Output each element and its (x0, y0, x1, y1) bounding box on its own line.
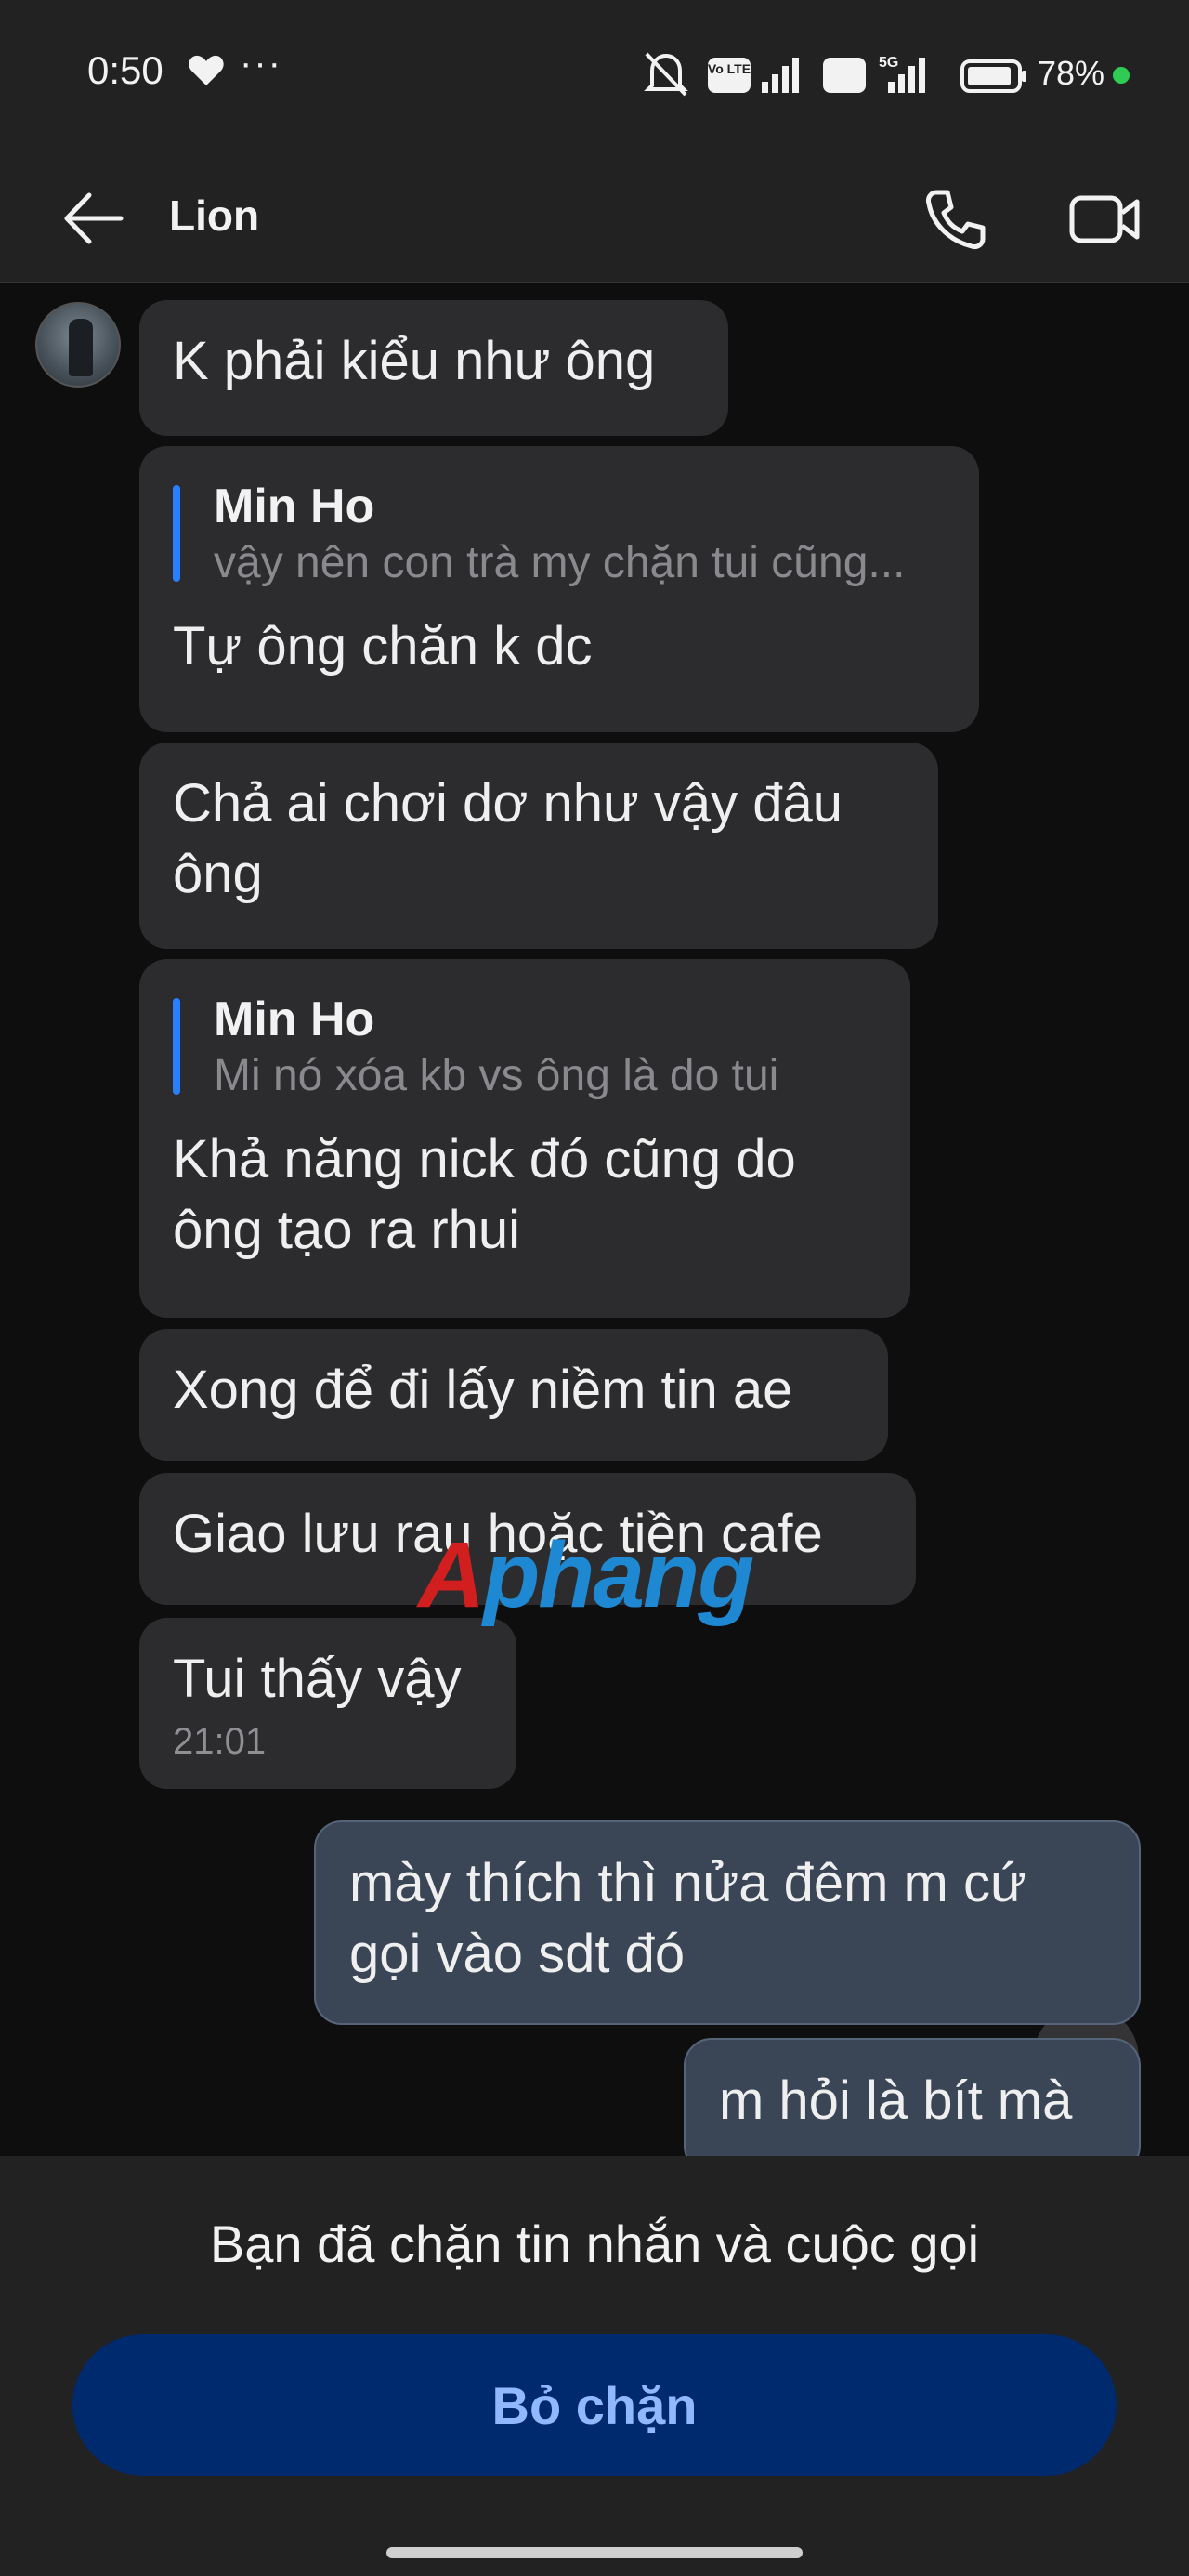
back-arrow-icon[interactable] (61, 188, 126, 249)
status-more-dots: ··· (240, 43, 282, 84)
reply-sender: Min Ho (214, 992, 375, 1046)
message-text-line: mày thích thì nửa đêm m cứ (349, 1853, 1026, 1913)
message-text: K phải kiểu như ông (173, 331, 656, 391)
message-bubble[interactable]: Min Ho Mi nó xóa kb vs ông là do tui Khả… (139, 959, 910, 1318)
contact-name[interactable]: Lion (169, 191, 259, 241)
message-text-line: Khả năng nick đó cũng do (173, 1129, 796, 1189)
heart-icon (189, 55, 224, 85)
privacy-indicator-dot (1113, 67, 1130, 84)
message-bubble[interactable]: Min Ho vậy nên con trà my chặn tui cũng.… (139, 446, 979, 732)
message-bubble-outgoing[interactable]: mày thích thì nửa đêm m cứ gọi vào sdt đ… (314, 1820, 1141, 2025)
message-text: Tự ông chăn k dc (173, 616, 593, 677)
mute-icon (644, 52, 688, 97)
message-list[interactable]: K phải kiểu như ông Min Ho vậy nên con t… (0, 283, 1189, 2156)
battery-icon (960, 59, 1026, 93)
svg-text:Vo LTE: Vo LTE (708, 61, 751, 76)
home-indicator[interactable] (386, 2547, 803, 2558)
message-text-line: Chả ai chơi dơ như vậy đâu (173, 773, 843, 834)
video-call-icon[interactable] (1068, 191, 1143, 248)
message-text: Tui thấy vậy (173, 1649, 462, 1709)
status-time: 0:50 (87, 48, 163, 92)
blocked-panel: Bạn đã chặn tin nhắn và cuộc gọi Bỏ chặn (0, 2156, 1189, 2576)
svg-text:5G: 5G (879, 55, 898, 71)
battery-percent: 78% (1038, 54, 1105, 92)
avatar[interactable] (35, 302, 121, 388)
reply-accent-bar (173, 485, 180, 582)
volte-icon: Vo LTE (708, 58, 751, 93)
message-text-line: ông (173, 844, 263, 904)
message-timestamp: 21:01 (173, 1721, 267, 1762)
message-text-line: ông tạo ra rhui (173, 1200, 521, 1260)
reply-sender: Min Ho (214, 480, 375, 533)
message-bubble[interactable]: Chả ai chơi dơ như vậy đâu ông (139, 743, 938, 949)
reply-accent-bar (173, 998, 180, 1095)
5g-icon: 5G (879, 55, 925, 93)
blocked-notice: Bạn đã chặn tin nhắn và cuộc gọi (209, 2215, 980, 2273)
phone-icon[interactable] (923, 187, 988, 252)
signal-icon (762, 58, 799, 93)
message-bubble[interactable]: Tui thấy vậy 21:01 (139, 1618, 516, 1789)
volte-icon (823, 58, 866, 93)
reply-snippet: vậy nên con trà my chặn tui cũng... (214, 538, 906, 587)
status-icons: Vo LTE 5G (644, 52, 1026, 97)
watermark: Aphang (418, 1523, 754, 1627)
message-text: Xong để đi lấy niềm tin ae (173, 1360, 793, 1420)
status-bar: 0:50 ··· Vo LTE 5G 78% (0, 0, 1189, 153)
quoted-reply[interactable]: Min Ho Mi nó xóa kb vs ông là do tui (173, 991, 877, 1104)
message-bubble-outgoing[interactable]: m hỏi là bít mà (684, 2038, 1141, 2156)
message-text: m hỏi là bít mà (719, 2070, 1073, 2131)
message-bubble[interactable]: K phải kiểu như ông (139, 300, 728, 436)
message-text-line: gọi vào sdt đó (349, 1924, 686, 1984)
unblock-button[interactable]: Bỏ chặn (72, 2334, 1117, 2476)
message-bubble[interactable]: Xong để đi lấy niềm tin ae (139, 1329, 888, 1461)
reply-snippet: Mi nó xóa kb vs ông là do tui (214, 1051, 779, 1100)
quoted-reply[interactable]: Min Ho vậy nên con trà my chặn tui cũng.… (173, 478, 946, 591)
chat-header: Lion (0, 153, 1189, 283)
